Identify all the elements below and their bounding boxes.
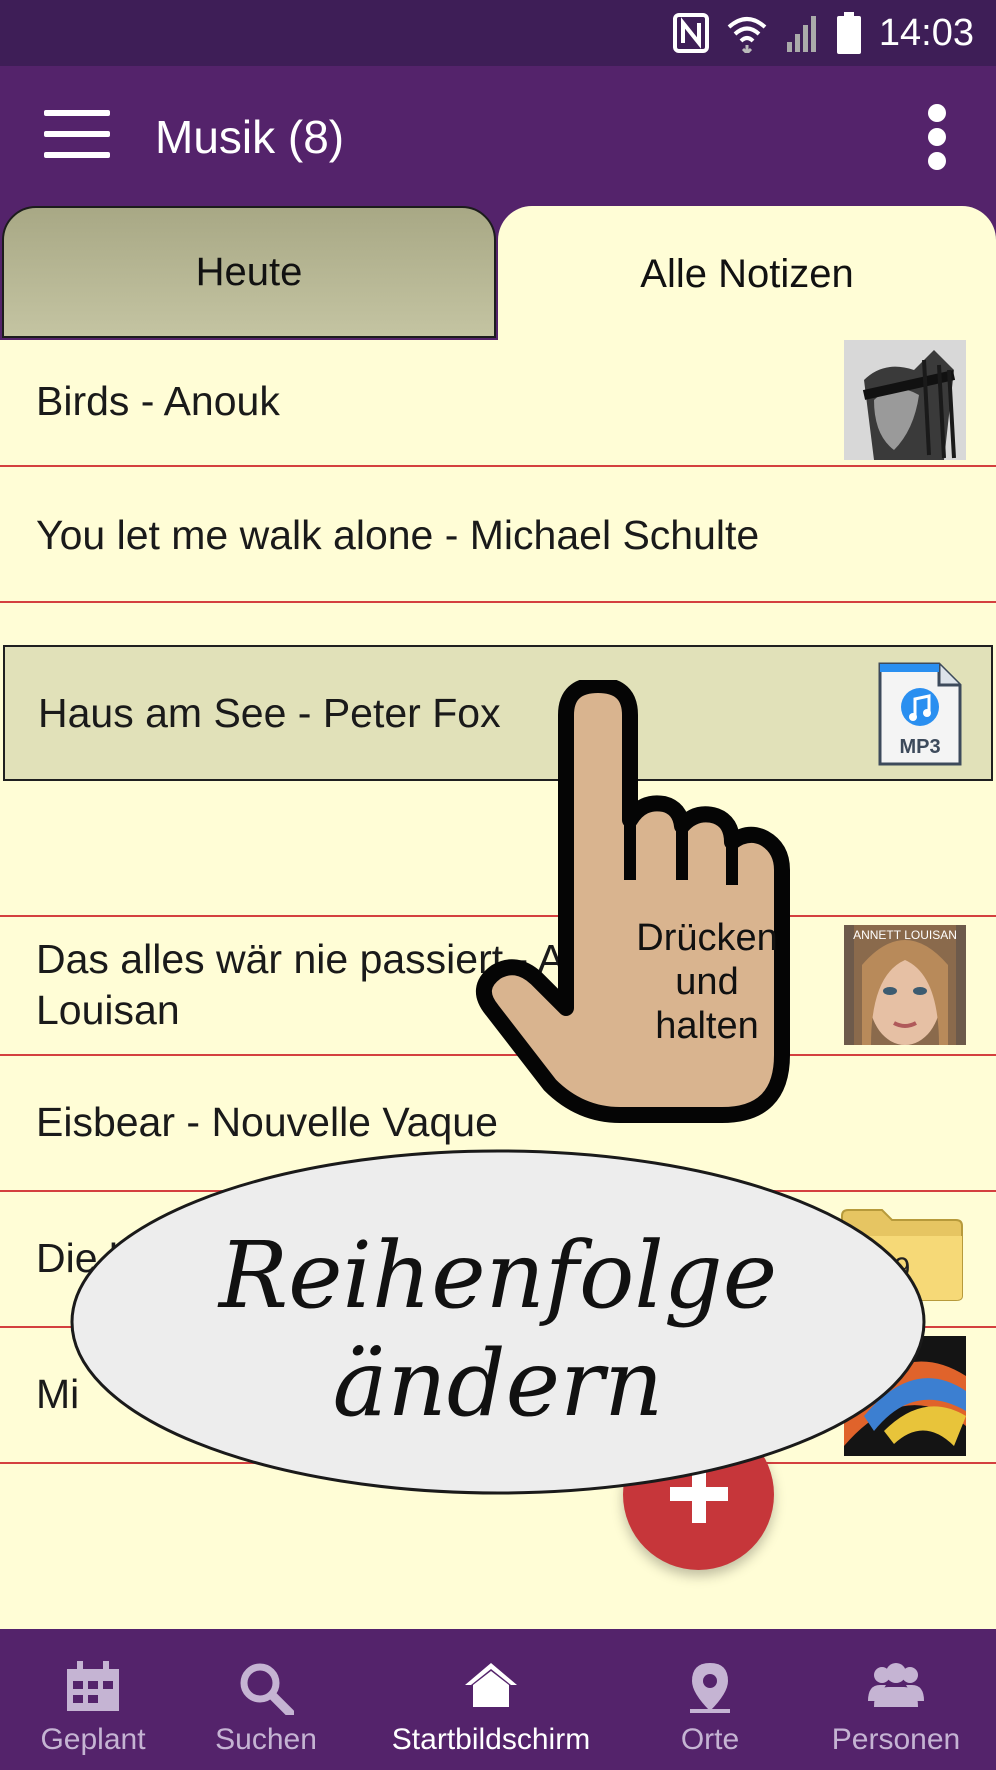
clock: 14:03 <box>878 11 974 54</box>
nfc-icon <box>672 13 709 53</box>
battery-icon <box>836 12 861 54</box>
tutorial-caption-line1: Reihenfolge <box>218 1222 778 1329</box>
nav-suchen[interactable]: Suchen <box>186 1629 346 1770</box>
page-title: Musik (8) <box>155 111 345 163</box>
wifi-icon <box>727 17 767 53</box>
status-bar: 14:03 <box>0 0 996 66</box>
signal-icon <box>786 16 816 52</box>
nav-geplant[interactable]: Geplant <box>0 1629 186 1770</box>
home-icon <box>465 1663 517 1707</box>
list-item[interactable]: You let me walk alone - Michael Schulte <box>0 467 996 603</box>
note-title: You let me walk alone - Michael Schulte <box>36 512 760 558</box>
mp3-file-icon: MP3 <box>878 662 962 766</box>
nav-startbildschirm[interactable]: Startbildschirm <box>366 1629 616 1770</box>
album-cover-anouk <box>844 340 966 460</box>
hint-line2: und <box>675 961 739 1003</box>
location-pin-icon <box>690 1663 730 1713</box>
calendar-icon <box>67 1661 119 1711</box>
tab-bar: Heute Alle Notizen <box>0 206 996 342</box>
hint-line1: Drücken <box>636 917 778 959</box>
album-cover-annett-louisan: ANNETT LOUISAN <box>844 925 966 1045</box>
more-vert-icon[interactable] <box>922 104 952 170</box>
people-icon <box>868 1663 924 1707</box>
hint-line3: halten <box>655 1005 759 1047</box>
hamburger-icon[interactable] <box>44 110 110 160</box>
nav-label: Suchen <box>215 1723 317 1756</box>
nav-label: Startbildschirm <box>391 1723 591 1756</box>
svg-text:MP3: MP3 <box>899 736 940 758</box>
tutorial-caption-line2: ändern <box>332 1330 664 1437</box>
search-icon <box>240 1663 294 1715</box>
nav-personen[interactable]: Personen <box>806 1629 986 1770</box>
bottom-navigation: Geplant Suchen Startbildschirm Orte Pers… <box>0 1629 996 1770</box>
tab-heute[interactable]: Heute <box>2 206 496 338</box>
note-title: Birds - Anouk <box>36 378 280 424</box>
status-icons: 14:03 <box>672 10 974 56</box>
svg-text:ANNETT LOUISAN: ANNETT LOUISAN <box>853 928 957 942</box>
nav-label: Personen <box>831 1723 961 1756</box>
nav-orte[interactable]: Orte <box>630 1629 790 1770</box>
app-bar: Musik (8) <box>0 66 996 206</box>
press-hold-hint: Drücken und halten <box>612 916 802 1048</box>
tab-alle-notizen[interactable]: Alle Notizen <box>498 206 996 342</box>
pointing-hand-icon <box>476 680 790 1123</box>
list-item[interactable]: Birds - Anouk <box>0 340 996 467</box>
nav-label: Geplant <box>40 1723 146 1756</box>
nav-label: Orte <box>680 1723 740 1756</box>
